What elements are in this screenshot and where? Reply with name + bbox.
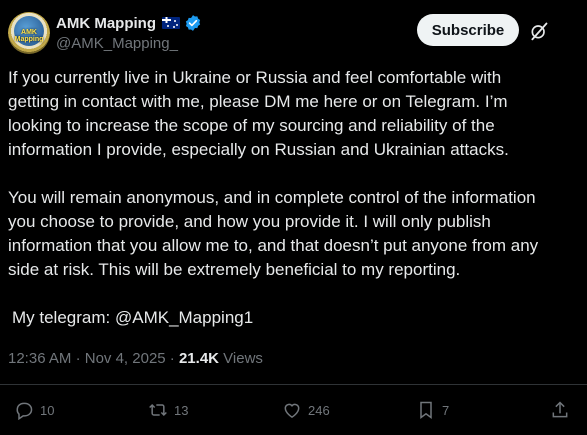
share-button[interactable] (550, 396, 570, 424)
avatar[interactable]: AMK Mapping (8, 12, 50, 54)
post-date[interactable]: Nov 4, 2025 (85, 350, 166, 367)
telegram-line: My telegram: @AMK_Mapping1 (12, 308, 254, 327)
repost-count: 13 (174, 402, 189, 418)
display-name[interactable]: AMK Mapping (56, 15, 156, 32)
grok-icon[interactable] (529, 21, 549, 41)
bookmark-icon (420, 401, 432, 419)
post-paragraph: You will remain anonymous, and in comple… (8, 188, 539, 279)
post-meta: 12:36 AM · Nov 4, 2025 · 21.4K Views (8, 350, 263, 367)
repost-button[interactable]: 13 (148, 396, 188, 424)
like-button[interactable]: 246 (282, 396, 330, 424)
bookmark-count: 7 (442, 402, 450, 418)
divider (0, 384, 587, 385)
repost-icon (149, 403, 167, 417)
post-body: If you currently live in Ukraine or Russ… (8, 66, 548, 330)
meta-separator: · (75, 350, 81, 367)
action-bar: 10 13 246 7 (0, 396, 587, 424)
post-paragraph: If you currently live in Ukraine or Russ… (8, 68, 509, 159)
reply-icon (16, 402, 33, 420)
bookmark-button[interactable]: 7 (416, 396, 449, 424)
handle[interactable]: @AMK_Mapping_ (56, 35, 178, 52)
verified-badge-icon[interactable] (184, 14, 202, 32)
heart-icon (284, 403, 300, 418)
like-count: 246 (308, 402, 330, 418)
name-row: AMK Mapping (56, 14, 202, 32)
australia-flag-icon (161, 17, 180, 29)
post-time[interactable]: 12:36 AM (8, 350, 71, 367)
avatar-logo-text: AMK Mapping (14, 29, 44, 43)
reply-count: 10 (40, 402, 55, 418)
views-label: Views (223, 350, 263, 367)
subscribe-button[interactable]: Subscribe (417, 14, 519, 46)
reply-button[interactable]: 10 (14, 396, 54, 424)
share-icon (552, 401, 568, 418)
views-count[interactable]: 21.4K (179, 350, 219, 367)
meta-separator: · (169, 350, 175, 367)
post-header: AMK Mapping AMK Mapping @AMK_Mapping_ Su… (8, 12, 579, 60)
